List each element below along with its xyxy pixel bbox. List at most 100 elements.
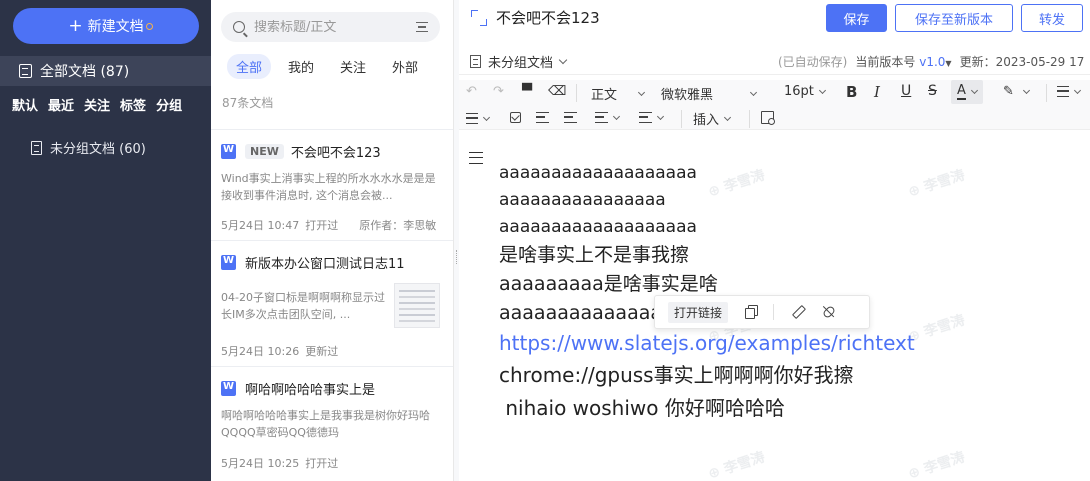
list-item-title: 啊哈啊哈哈哈事实上是 [245, 383, 376, 398]
version-status: (已自动保存) 当前版本号 v1.0▼ 更新：2023-05-29 17 [778, 53, 1084, 70]
line-height-button[interactable] [639, 112, 665, 123]
list-item-time: 5月24日 10:25 [221, 457, 300, 470]
highlight-color-button[interactable]: ✎ [1003, 84, 1030, 99]
font-size-label: 16pt [784, 84, 814, 99]
format-painter-icon[interactable]: ▀ [522, 84, 532, 99]
paragraph-style-select[interactable]: 正文 [591, 84, 646, 103]
highlighter-icon: ✎ [1003, 84, 1014, 99]
insert-menu[interactable]: 插入 [693, 109, 732, 128]
underline-button[interactable]: U [901, 83, 911, 99]
find-replace-button[interactable] [761, 111, 775, 125]
version-label: 当前版本号 v1.0▼ [855, 53, 951, 70]
updated-info: 更新：2023-05-29 17 [960, 53, 1085, 70]
notification-dot-icon [146, 23, 153, 30]
edit-link-icon[interactable] [791, 305, 805, 319]
document-icon [19, 64, 32, 78]
tab-external[interactable]: 外部 [383, 54, 427, 79]
editor-title-row: 不会吧不会123 [470, 7, 600, 28]
word-doc-icon [221, 255, 236, 270]
save-new-version-button[interactable]: 保存至新版本 [895, 4, 1013, 32]
list-item-title: 不会吧不会123 [290, 146, 381, 161]
filter-groups[interactable]: 分组 [156, 95, 182, 114]
bullet-list-button[interactable] [466, 113, 491, 124]
list-item[interactable]: 啊哈啊哈哈哈事实上是 啊哈啊哈哈哈事实上是我事我是树你好玛哈QQQQ草密码QQ德… [211, 366, 453, 481]
list-item-meta: 5月24日 10:26 更新过 [221, 343, 338, 359]
document-icon [31, 140, 42, 155]
align-button[interactable] [595, 112, 621, 123]
italic-button[interactable]: I [874, 83, 880, 101]
new-document-button[interactable]: + 新建文档 [13, 8, 199, 44]
group-label: 未分组文档 (60) [50, 142, 146, 157]
body-line[interactable]: 是啥事实上不是事我擦 [499, 241, 1079, 270]
sidebar-filter-row: 默认 最近 关注 标签 分组 [12, 95, 182, 114]
body-line[interactable]: aaaaaaaaaaaaaaaaaaa [499, 160, 1079, 187]
list-item-title: 新版本办公窗口测试日志11 [245, 257, 405, 272]
tab-followed[interactable]: 关注 [331, 54, 375, 79]
font-size-select[interactable]: 16pt [784, 84, 826, 99]
list-item-time: 5月24日 10:47 [221, 219, 300, 232]
caret-down-icon: ▼ [945, 59, 952, 68]
list-item-status: 打开过 [305, 457, 339, 470]
sidebar: + 新建文档 全部文档 (87) 默认 最近 关注 标签 分组 未分组文档 (6… [0, 0, 211, 481]
group-select-label: 未分组文档 [488, 56, 554, 71]
new-document-label: 新建文档 [87, 19, 144, 35]
filter-default[interactable]: 默认 [12, 95, 38, 114]
eraser-icon[interactable]: ⌫ [548, 84, 566, 99]
font-family-label: 微软雅黑 [661, 88, 714, 103]
filter-icon[interactable] [416, 22, 428, 32]
outdent-button[interactable] [564, 112, 577, 123]
search-icon [233, 21, 245, 33]
filter-recent[interactable]: 最近 [48, 95, 74, 114]
undo-icon[interactable]: ↶ [466, 84, 477, 99]
sidebar-item-ungrouped[interactable]: 未分组文档 (60) [31, 138, 146, 157]
line-height-icon [639, 112, 652, 123]
ordered-list-button[interactable] [1057, 86, 1082, 97]
body-link[interactable]: https://www.slatejs.org/examples/richtex… [499, 328, 1079, 359]
filter-tags[interactable]: 标签 [120, 95, 146, 114]
filter-followed[interactable]: 关注 [84, 95, 110, 114]
list-item-status: 更新过 [305, 345, 339, 358]
bold-button[interactable]: B [846, 83, 857, 101]
search-input[interactable] [254, 19, 404, 35]
tab-mine[interactable]: 我的 [279, 54, 323, 79]
document-title[interactable]: 不会吧不会123 [496, 7, 600, 28]
strikethrough-button[interactable]: S [928, 83, 937, 99]
find-icon [761, 111, 775, 125]
list-item-status: 打开过 [305, 219, 339, 232]
document-meta-row: 未分组文档 (已自动保存) 当前版本号 v1.0▼ 更新：2023-05-29 … [459, 44, 1090, 75]
font-color-icon: A [957, 83, 966, 100]
chevron-down-icon [558, 55, 568, 64]
document-icon [470, 55, 481, 68]
list-item[interactable]: NEW 不会吧不会123 Wind事实上消事实上程的所水水水水是是是接收到事件消… [211, 129, 453, 240]
group-select[interactable]: 未分组文档 [470, 52, 568, 71]
list-item[interactable]: 新版本办公窗口测试日志11 04-20子窗口标是啊啊啊称显示过长IM多次点击团队… [211, 240, 453, 366]
version-select[interactable]: v1.0 [919, 55, 945, 69]
list-item-meta: 5月24日 10:25 打开过 [221, 455, 338, 471]
list-item-meta: 5月24日 10:47 打开过 原作者：李思敏 [221, 217, 436, 233]
checklist-button[interactable] [510, 112, 521, 123]
redo-icon[interactable]: ↷ [493, 84, 504, 99]
copy-link-icon[interactable] [745, 305, 759, 319]
unlink-icon[interactable] [822, 305, 836, 319]
document-body[interactable]: aaaaaaaaaaaaaaaaaaa aaaaaaaaaaaaaaaa aaa… [499, 160, 1079, 425]
font-family-select[interactable]: 微软雅黑 [661, 84, 758, 103]
list-item-snippet: 04-20子窗口标是啊啊啊称显示过长IM多次点击团队空间, ... [221, 291, 385, 321]
body-line[interactable]: nihaio woshiwo 你好啊哈哈哈 [499, 392, 1079, 425]
body-line[interactable]: chrome://gpuss事实上啊啊啊你好我擦 [499, 359, 1079, 392]
indent-button[interactable] [536, 112, 549, 123]
tab-all[interactable]: 全部 [227, 54, 272, 79]
checkbox-icon [510, 112, 521, 123]
word-doc-icon [221, 381, 236, 396]
forward-button[interactable]: 转发 [1021, 4, 1083, 32]
body-line[interactable]: aaaaaaaaaaaaaaaa [499, 187, 1079, 214]
sidebar-item-all-docs[interactable]: 全部文档 (87) [0, 56, 211, 86]
expand-icon[interactable] [470, 9, 488, 27]
watermark-logo: ⊕ 李雪涛 [706, 449, 767, 481]
search-box [221, 12, 440, 42]
list-item-author: 原作者：李思敏 [359, 219, 437, 232]
outline-menu-icon[interactable] [469, 152, 483, 164]
font-color-button[interactable]: A [951, 80, 983, 104]
open-link-button[interactable]: 打开链接 [668, 301, 729, 323]
save-button[interactable]: 保存 [826, 4, 887, 32]
body-line[interactable]: aaaaaaaaaaaaaaaaaaa [499, 214, 1079, 241]
